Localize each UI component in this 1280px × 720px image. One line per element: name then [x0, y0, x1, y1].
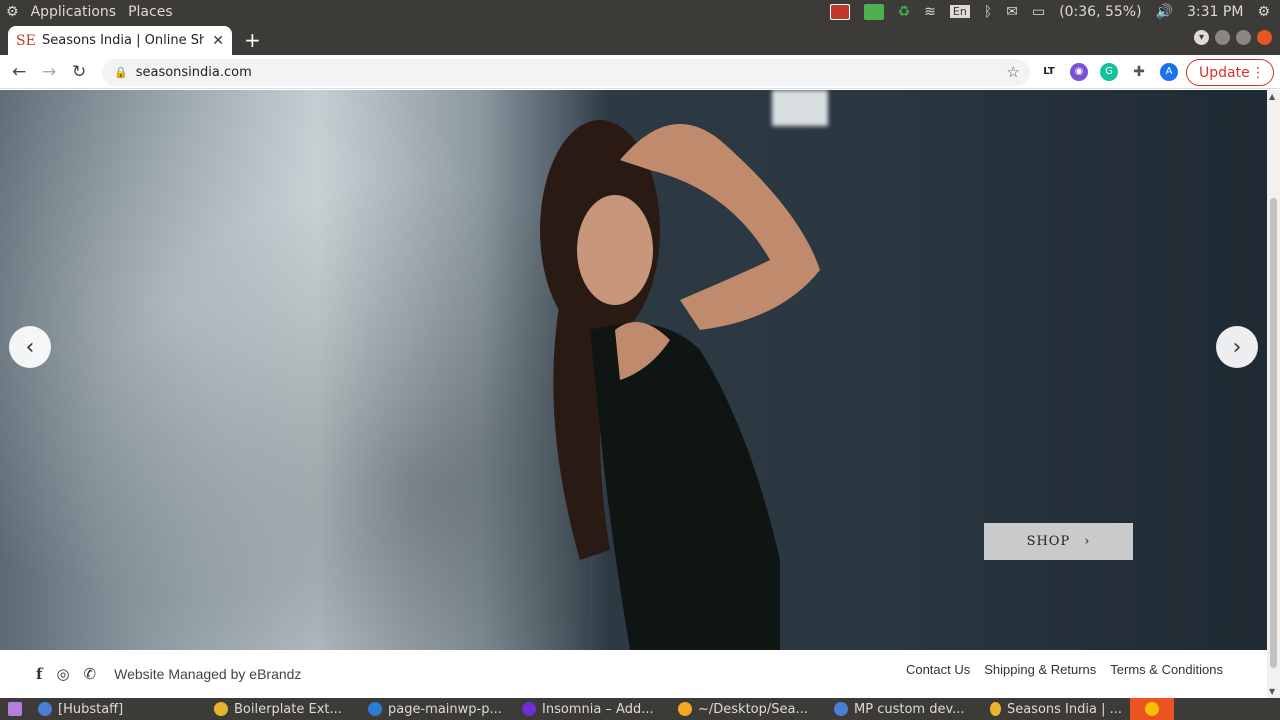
tab-title: Seasons India | Online Sho: [42, 33, 205, 48]
chrome-icon: [990, 702, 1001, 716]
os-taskbar: [Hubstaff] Boilerplate Ext... page-mainw…: [0, 698, 1280, 720]
insomnia-icon: [522, 702, 536, 716]
site-footer: f ◎ ✆ Website Managed by eBrandz Contact…: [0, 650, 1267, 698]
managed-by-text[interactable]: Website Managed by eBrandz: [114, 666, 301, 682]
minimize-button[interactable]: [1215, 30, 1230, 45]
shop-button[interactable]: SHOP ›: [984, 523, 1133, 560]
show-desktop-icon[interactable]: [0, 698, 30, 720]
document-icon: [834, 702, 848, 716]
profile-avatar[interactable]: A: [1160, 63, 1178, 81]
settings-gear-icon[interactable]: ⚙: [1257, 4, 1270, 20]
terms-conditions-link[interactable]: Terms & Conditions: [1110, 662, 1223, 677]
hero-model-image: [540, 120, 820, 650]
back-icon[interactable]: ←: [12, 62, 26, 82]
more-menu-icon: ⋮: [1251, 64, 1265, 81]
tab-strip: SE Seasons India | Online Sho ✕ + ▾: [0, 23, 1280, 55]
os-top-panel: ⚙ Applications Places ♻ ≋ En ᛒ ✉ ▭ (0:36…: [0, 0, 1280, 23]
taskbar-item-hubstaff[interactable]: [Hubstaff]: [30, 698, 206, 720]
vscode-icon: [368, 702, 382, 716]
site-favicon-icon: SE: [16, 32, 36, 49]
menu-places[interactable]: Places: [128, 4, 173, 20]
system-logo-icon[interactable]: ⚙: [6, 4, 19, 20]
bluetooth-icon[interactable]: ᛒ: [984, 4, 992, 20]
lock-icon[interactable]: 🔒: [114, 66, 128, 79]
hero-background: [0, 90, 590, 650]
recycle-icon[interactable]: ♻: [898, 4, 911, 20]
chevron-right-icon: ›: [1084, 534, 1091, 549]
battery-icon[interactable]: ▭: [1032, 4, 1045, 20]
sublime-icon: [678, 702, 692, 716]
shipping-returns-link[interactable]: Shipping & Returns: [984, 662, 1096, 677]
browser-tab[interactable]: SE Seasons India | Online Sho ✕: [8, 26, 232, 55]
contact-us-link[interactable]: Contact Us: [906, 662, 970, 677]
update-button[interactable]: Update ⋮: [1186, 59, 1274, 86]
address-bar[interactable]: 🔒 seasonsindia.com ☆: [102, 59, 1030, 86]
battery-status[interactable]: (0:36, 55%): [1059, 4, 1141, 20]
extension-color-icon[interactable]: ◉: [1070, 63, 1088, 81]
slider-next-button[interactable]: ›: [1216, 326, 1258, 368]
instagram-icon[interactable]: ◎: [56, 665, 69, 683]
clock[interactable]: 3:31 PM: [1187, 4, 1243, 20]
reload-icon[interactable]: ↻: [72, 62, 86, 82]
chrome-icon: [1145, 702, 1159, 716]
facebook-icon[interactable]: f: [36, 665, 42, 683]
new-tab-button[interactable]: +: [244, 28, 261, 52]
tab-search-icon[interactable]: ▾: [1194, 30, 1209, 45]
extension-lt-icon[interactable]: LT: [1040, 63, 1058, 81]
hubstaff-icon: [38, 702, 52, 716]
window-controls: ▾: [1194, 30, 1272, 45]
update-label: Update: [1199, 64, 1250, 81]
slider-prev-button[interactable]: ‹: [9, 326, 51, 368]
whatsapp-icon[interactable]: ✆: [84, 665, 97, 683]
taskbar-item-vscode[interactable]: page-mainwp-p...: [360, 698, 514, 720]
wifi-icon[interactable]: ≋: [924, 4, 936, 20]
page-scrollbar[interactable]: ▲ ▼: [1267, 90, 1280, 698]
footer-links: Contact Us Shipping & Returns Terms & Co…: [906, 662, 1223, 677]
taskbar-item-seasons[interactable]: Seasons India | ...: [982, 698, 1130, 720]
toolbar: ← → ↻ 🔒 seasonsindia.com ☆ LT ◉ G ✚ A Up…: [0, 55, 1280, 89]
taskbar-item-active-chrome[interactable]: [1130, 698, 1174, 720]
chrome-icon: [214, 702, 228, 716]
close-tab-icon[interactable]: ✕: [212, 33, 224, 49]
grammarly-icon[interactable]: G: [1100, 63, 1118, 81]
close-window-button[interactable]: [1257, 30, 1272, 45]
scroll-up-icon[interactable]: ▲: [1269, 92, 1275, 101]
record-icon[interactable]: [829, 3, 850, 20]
social-links: f ◎ ✆: [0, 665, 96, 683]
scroll-thumb[interactable]: [1270, 198, 1277, 668]
shop-label: SHOP: [1026, 534, 1071, 549]
taskbar-item-terminal[interactable]: ~/Desktop/Sea...: [670, 698, 826, 720]
taskbar-item-mp-custom[interactable]: MP custom dev...: [826, 698, 982, 720]
forward-icon[interactable]: →: [42, 62, 56, 82]
scroll-down-icon[interactable]: ▼: [1269, 687, 1275, 696]
taskbar-item-boilerplate[interactable]: Boilerplate Ext...: [206, 698, 360, 720]
url-text[interactable]: seasonsindia.com: [136, 65, 252, 80]
maximize-button[interactable]: [1236, 30, 1251, 45]
check-icon[interactable]: [863, 3, 884, 20]
taskbar-item-insomnia[interactable]: Insomnia – Add...: [514, 698, 670, 720]
mail-icon[interactable]: ✉: [1006, 4, 1018, 20]
hero-banner: ‹ › SHOP ›: [0, 90, 1267, 650]
volume-icon[interactable]: 🔊: [1156, 4, 1173, 20]
keyboard-layout[interactable]: En: [949, 5, 970, 18]
bookmark-star-icon[interactable]: ☆: [1007, 63, 1020, 81]
menu-applications[interactable]: Applications: [31, 4, 117, 20]
extensions-puzzle-icon[interactable]: ✚: [1130, 63, 1148, 81]
